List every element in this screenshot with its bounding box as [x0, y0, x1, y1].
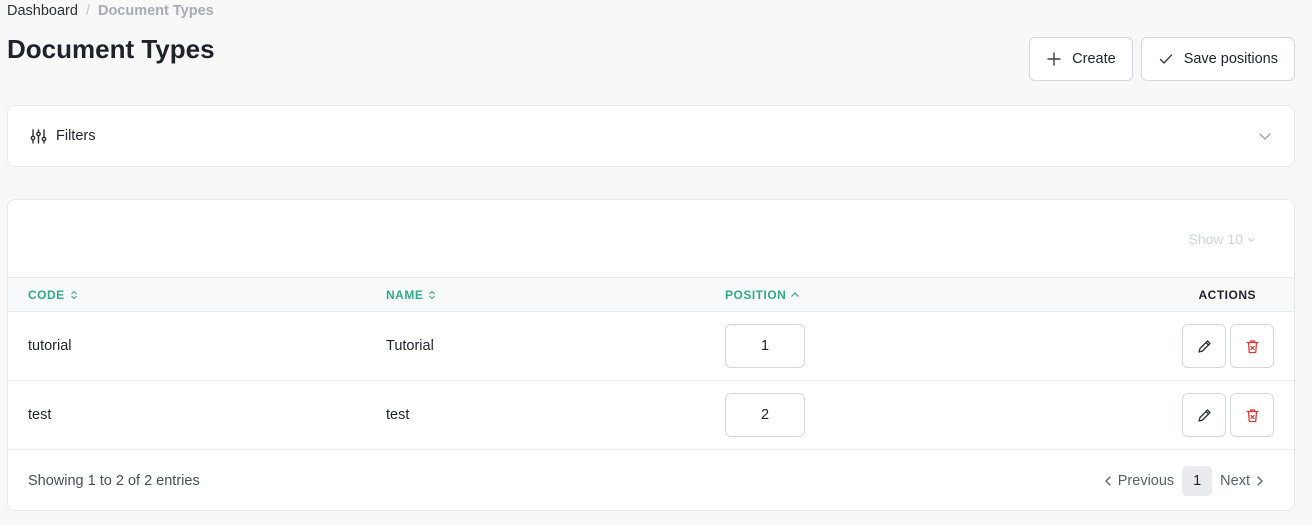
entries-info: Showing 1 to 2 of 2 entries: [28, 473, 200, 489]
filters-panel[interactable]: Filters: [7, 105, 1295, 167]
previous-page-link[interactable]: Previous: [1102, 473, 1174, 489]
table-row: tutorial Tutorial: [8, 312, 1294, 381]
filter-sliders-icon: [30, 128, 47, 144]
document-types-table: Show 10 CODE NAME POSITION ACTIONS tutor…: [7, 199, 1295, 511]
breadcrumb-separator: /: [85, 3, 90, 19]
column-header-name[interactable]: NAME: [386, 288, 437, 302]
chevron-down-icon[interactable]: [1258, 129, 1272, 143]
column-header-code[interactable]: CODE: [28, 288, 79, 302]
delete-button[interactable]: [1230, 393, 1274, 437]
create-button-label: Create: [1072, 51, 1116, 67]
column-header-actions: ACTIONS: [1199, 288, 1257, 302]
sort-icon: [429, 290, 436, 300]
chevron-left-icon: [1104, 476, 1111, 486]
edit-pencil-icon: [1197, 408, 1211, 422]
filters-header: Filters: [30, 128, 95, 145]
sort-asc-icon: [791, 292, 800, 297]
cell-code: tutorial: [28, 338, 72, 354]
column-code-label: CODE: [28, 288, 65, 302]
table-toolbar: Show 10: [8, 200, 1294, 277]
previous-page-label: Previous: [1117, 473, 1175, 489]
breadcrumb-current: Document Types: [97, 3, 214, 19]
sort-icon: [70, 290, 77, 300]
table-row: test test: [8, 381, 1294, 450]
cell-name: Tutorial: [386, 338, 434, 354]
delete-button[interactable]: [1230, 324, 1274, 368]
page-number-current[interactable]: 1: [1182, 466, 1213, 496]
create-button[interactable]: Create: [1029, 37, 1133, 81]
chevron-right-icon: [1257, 476, 1263, 486]
breadcrumb-dashboard-link[interactable]: Dashboard: [7, 3, 78, 19]
page-title: Document Types: [7, 34, 215, 64]
edit-button[interactable]: [1182, 393, 1226, 437]
pagination: Previous 1 Next: [1102, 466, 1266, 496]
table-footer: Showing 1 to 2 of 2 entries Previous 1 N…: [8, 450, 1294, 510]
column-name-label: NAME: [386, 288, 424, 302]
filters-label: Filters: [56, 128, 96, 144]
trash-icon: [1245, 408, 1259, 422]
trash-icon: [1245, 339, 1259, 353]
plus-icon: [1047, 52, 1061, 66]
position-input[interactable]: [725, 324, 805, 368]
position-input[interactable]: [725, 393, 805, 437]
column-header-position[interactable]: POSITION: [725, 288, 800, 302]
chevron-down-icon: [1248, 237, 1255, 242]
page-size-label: Show 10: [1188, 231, 1243, 247]
cell-name: test: [386, 407, 410, 423]
save-positions-button[interactable]: Save positions: [1140, 37, 1295, 81]
table-header: CODE NAME POSITION ACTIONS: [8, 277, 1294, 312]
header-actions: Create Save positions: [1029, 37, 1295, 81]
save-positions-button-label: Save positions: [1183, 51, 1278, 67]
check-icon: [1159, 54, 1172, 64]
edit-pencil-icon: [1197, 339, 1211, 353]
cell-code: test: [28, 407, 52, 423]
next-page-link[interactable]: Next: [1220, 473, 1266, 489]
next-page-label: Next: [1220, 473, 1250, 489]
edit-button[interactable]: [1182, 324, 1226, 368]
column-actions-label: ACTIONS: [1198, 288, 1256, 302]
breadcrumb: Dashboard / Document Types: [7, 3, 214, 19]
page-size-select[interactable]: Show 10: [1189, 231, 1256, 247]
column-position-label: POSITION: [725, 288, 787, 302]
